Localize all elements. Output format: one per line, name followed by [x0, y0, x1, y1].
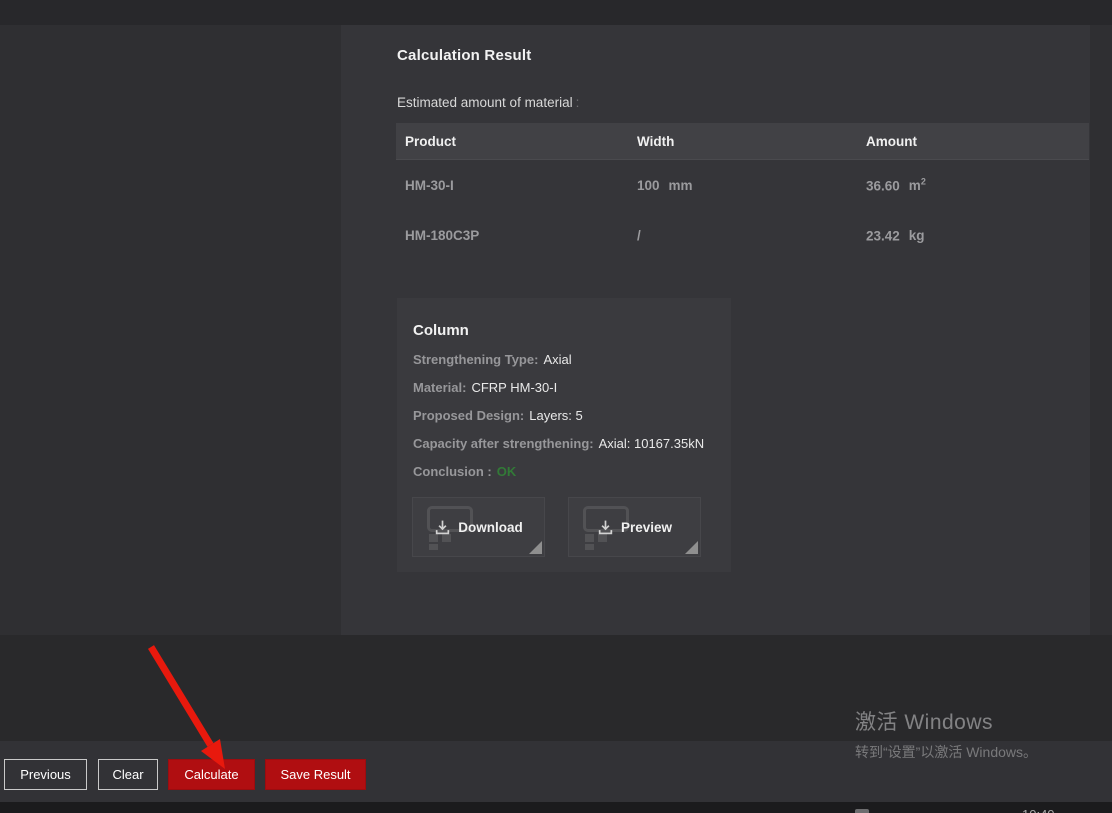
taskbar-icon-partial	[855, 809, 869, 813]
page-title: Calculation Result	[397, 47, 531, 64]
col-header-amount: Amount	[857, 134, 1089, 149]
card-title: Column	[413, 322, 715, 339]
field-material: Material:CFRP HM-30-I	[413, 381, 715, 394]
report-buttons: Download Preview	[412, 497, 701, 557]
app-screen: Calculation Result Estimated amount of m…	[0, 0, 1112, 813]
table-header-row: Product Width Amount	[396, 123, 1089, 160]
window-top-bar	[0, 0, 1112, 25]
calculate-button[interactable]: Calculate	[168, 759, 255, 790]
taskbar-clock-partial: 10:40	[1022, 807, 1055, 813]
cell-width: 100mm	[628, 178, 857, 193]
cell-product: HM-30-I	[396, 178, 628, 193]
table-row: HM-30-I 100mm 36.60m2	[396, 160, 1089, 210]
taskbar-sliver[interactable]: 10:40	[0, 802, 1112, 813]
clear-button[interactable]: Clear	[98, 759, 158, 790]
corner-resize-icon	[685, 541, 698, 554]
previous-button[interactable]: Previous	[4, 759, 87, 790]
table-row: HM-180C3P / 23.42kg	[396, 210, 1089, 260]
column-result-card: Column Strengthening Type:Axial Material…	[397, 298, 731, 572]
download-icon	[434, 519, 451, 536]
col-header-product: Product	[396, 134, 628, 149]
download-icon	[597, 519, 614, 536]
preview-button[interactable]: Preview	[568, 497, 701, 557]
conclusion-ok-badge: OK	[497, 464, 517, 479]
field-conclusion: Conclusion :OK	[413, 465, 715, 478]
cell-product: HM-180C3P	[396, 228, 628, 243]
field-strengthening-type: Strengthening Type:Axial	[413, 353, 715, 366]
footer-area	[0, 635, 1112, 741]
save-result-button[interactable]: Save Result	[265, 759, 366, 790]
cell-amount: 36.60m2	[857, 177, 1089, 194]
field-proposed-design: Proposed Design:Layers: 5	[413, 409, 715, 422]
col-header-width: Width	[628, 134, 857, 149]
cell-width: /	[628, 228, 857, 243]
cell-amount: 23.42kg	[857, 227, 1089, 244]
estimated-material-label: Estimated amount of material:	[397, 95, 579, 110]
material-table: Product Width Amount HM-30-I 100mm 36.60…	[396, 123, 1089, 260]
download-button[interactable]: Download	[412, 497, 545, 557]
field-capacity: Capacity after strengthening:Axial: 1016…	[413, 437, 715, 450]
corner-resize-icon	[529, 541, 542, 554]
action-bar	[0, 741, 1112, 802]
